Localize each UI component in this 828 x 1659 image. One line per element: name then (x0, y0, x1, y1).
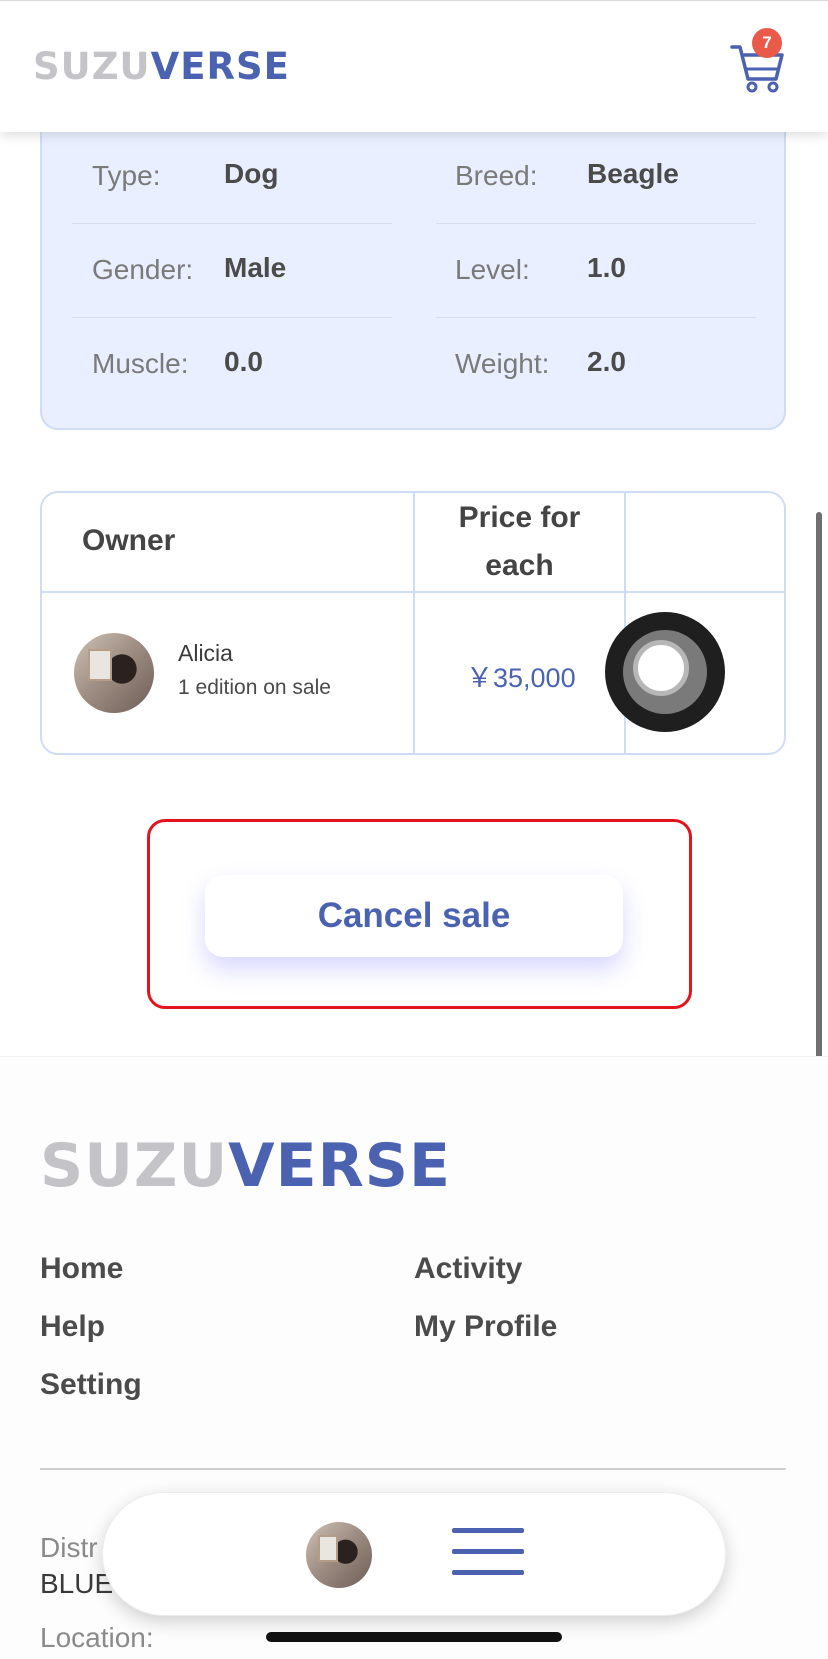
logo-part-verse: VERSE (150, 45, 290, 88)
row-divider (72, 223, 392, 224)
type-label: Type: (92, 160, 161, 191)
footer-link-help[interactable]: Help (40, 1310, 105, 1344)
hamburger-menu-icon[interactable] (452, 1528, 524, 1576)
menu-bar (452, 1549, 524, 1554)
menu-bar (452, 1528, 524, 1533)
header-divider (40, 591, 786, 593)
price-column-header: Price for each (415, 494, 624, 590)
gender-label: Gender: (92, 254, 194, 285)
logo-part-verse: VERSE (228, 1131, 451, 1201)
breed-label: Breed: (455, 160, 538, 191)
logo-part-suzu: SUZU (33, 45, 151, 88)
type-value: Dog (224, 158, 279, 189)
level-label: Level: (455, 254, 530, 285)
editions-on-sale: 1 edition on sale (178, 676, 331, 699)
cancel-sale-button[interactable]: Cancel sale (205, 875, 623, 957)
breed-value: Beagle (587, 158, 679, 189)
owner-name[interactable]: Alicia (178, 640, 233, 667)
logo-part-suzu: SUZU (40, 1131, 229, 1201)
home-indicator[interactable] (266, 1632, 562, 1642)
header-logo[interactable]: SUZUVERSE (33, 45, 290, 88)
app-header: SUZUVERSE 7 (0, 0, 828, 132)
district-value: BLUE (40, 1568, 114, 1599)
footer-link-setting[interactable]: Setting (40, 1368, 142, 1402)
menu-bar (452, 1570, 524, 1575)
owner-column-header: Owner (82, 524, 176, 557)
loading-spinner-icon[interactable] (605, 612, 725, 732)
footer-link-activity[interactable]: Activity (414, 1252, 522, 1286)
muscle-value: 0.0 (224, 346, 263, 377)
weight-value: 2.0 (587, 346, 626, 377)
row-divider (436, 317, 756, 318)
footer-link-my-profile[interactable]: My Profile (414, 1310, 557, 1344)
profile-avatar[interactable] (306, 1522, 372, 1588)
footer-logo[interactable]: SUZUVERSE (40, 1131, 451, 1201)
row-divider (436, 223, 756, 224)
footer-divider (40, 1468, 786, 1470)
location-label: Location: (40, 1622, 154, 1653)
district-label: Distr (40, 1532, 98, 1563)
price-header-line1: Price for (458, 501, 581, 534)
gender-value: Male (224, 252, 287, 283)
row-divider (72, 317, 392, 318)
owner-avatar[interactable] (74, 633, 154, 713)
price-value: ￥35,000 (466, 663, 576, 693)
footer-link-home[interactable]: Home (40, 1252, 123, 1286)
price-header-line2: each (485, 549, 554, 582)
weight-label: Weight: (455, 348, 550, 379)
muscle-label: Muscle: (92, 348, 189, 379)
floating-bottom-bar (102, 1492, 726, 1616)
level-value: 1.0 (587, 252, 626, 283)
cart-count-badge: 7 (752, 28, 782, 58)
